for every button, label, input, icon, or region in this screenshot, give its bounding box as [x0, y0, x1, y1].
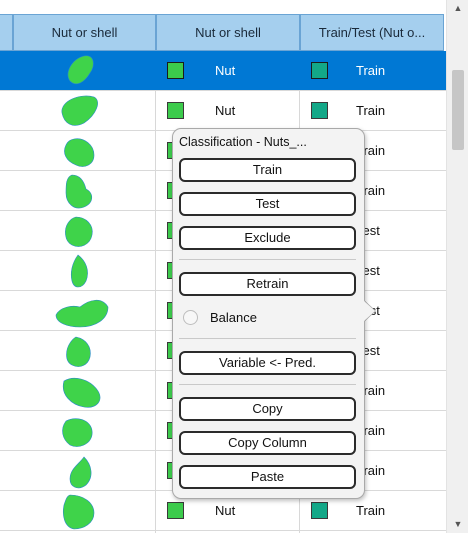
table-row[interactable]: Nut Train	[0, 91, 446, 131]
variable-from-prediction-button[interactable]: Variable <- Pred.	[179, 351, 356, 375]
nut-blob-shape	[69, 456, 92, 489]
popup-separator	[179, 338, 356, 339]
nut-thumbnail-image	[50, 291, 110, 331]
nut-color-swatch	[167, 62, 184, 79]
copy-column-button[interactable]: Copy Column	[179, 431, 356, 455]
nut-thumbnail-image	[50, 211, 110, 251]
popup-separator	[179, 259, 356, 260]
train-test-color-swatch	[311, 62, 328, 79]
balance-label: Balance	[210, 310, 257, 325]
vertical-scrollbar[interactable]: ▲ ▼	[446, 0, 468, 533]
test-button[interactable]: Test	[179, 192, 356, 216]
nut-color-swatch	[167, 102, 184, 119]
nut-thumbnail-image	[50, 91, 110, 131]
nut-blob-shape	[67, 55, 94, 85]
row-header-corner	[0, 14, 13, 51]
nut-blob-shape	[55, 299, 109, 328]
popup-pointer	[363, 300, 375, 322]
classification-popup-menu: Classification - Nuts_... Train Test Exc…	[172, 128, 365, 499]
paste-button[interactable]: Paste	[179, 465, 356, 489]
popup-separator	[179, 384, 356, 385]
nut-thumbnail-image	[50, 411, 110, 451]
nut-thumbnail-image	[50, 171, 110, 211]
nut-blob-shape	[61, 95, 98, 126]
retrain-button[interactable]: Retrain	[179, 272, 356, 296]
nut-thumbnail-image	[50, 491, 110, 531]
copy-button[interactable]: Copy	[179, 397, 356, 421]
nut-thumbnail-image	[50, 331, 110, 371]
train-test-color-swatch	[311, 502, 328, 519]
column-header-label[interactable]: Nut or shell	[156, 14, 300, 51]
exclude-button[interactable]: Exclude	[179, 226, 356, 250]
train-button[interactable]: Train	[179, 158, 356, 182]
nut-color-swatch	[167, 502, 184, 519]
class-label: Nut	[215, 63, 236, 78]
column-header-train-test[interactable]: Train/Test (Nut o...	[300, 14, 444, 51]
nut-blob-shape	[62, 418, 93, 447]
nut-thumbnail-image	[50, 451, 110, 491]
nut-thumbnail-image	[50, 131, 110, 171]
scroll-down-arrow-icon[interactable]: ▼	[447, 516, 468, 533]
nut-thumbnail-image	[50, 51, 110, 91]
column-header-image[interactable]: Nut or shell	[13, 14, 156, 51]
table-row[interactable]: Nut Train	[0, 51, 446, 91]
scroll-up-arrow-icon[interactable]: ▲	[447, 0, 468, 17]
nut-blob-shape	[66, 336, 91, 367]
nut-blob-shape	[63, 494, 95, 530]
class-label: Nut	[215, 103, 236, 118]
nut-blob-shape	[65, 216, 93, 247]
nut-blob-shape	[65, 174, 93, 209]
train-test-label: Train	[356, 63, 386, 78]
train-test-color-swatch	[311, 102, 328, 119]
balance-radio[interactable]	[183, 310, 198, 325]
popup-title: Classification - Nuts_...	[179, 135, 307, 149]
scrollbar-thumb[interactable]	[452, 70, 464, 150]
nut-blob-shape	[64, 138, 95, 167]
nut-thumbnail-image	[50, 251, 110, 291]
nut-thumbnail-image	[50, 371, 110, 411]
nut-blob-shape	[62, 378, 101, 408]
train-test-label: Train	[356, 103, 386, 118]
nut-blob-shape	[70, 254, 88, 288]
